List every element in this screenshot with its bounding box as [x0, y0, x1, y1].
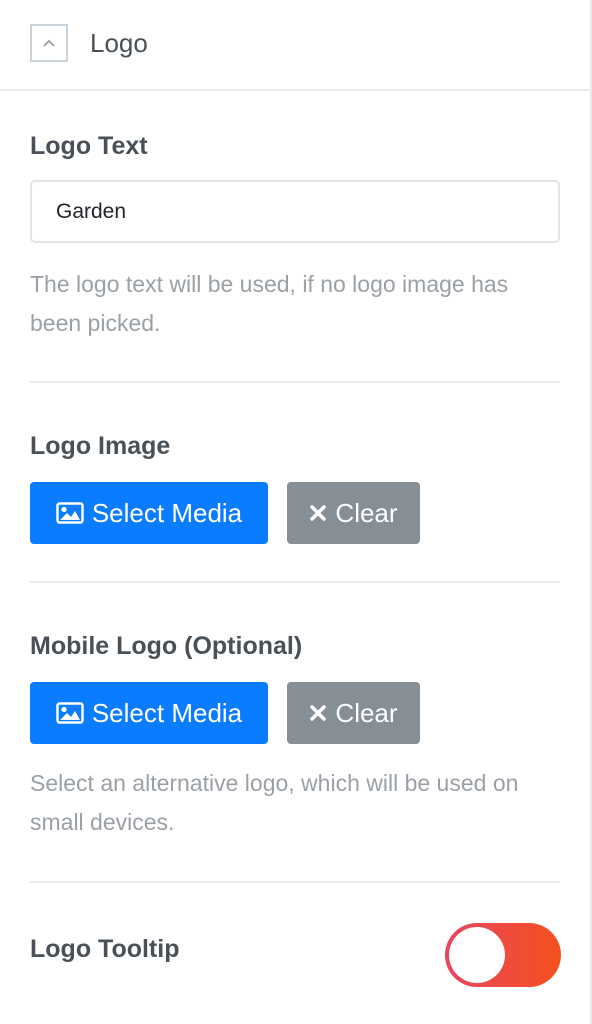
divider: [30, 881, 560, 883]
times-icon: [309, 704, 327, 722]
select-media-label: Select Media: [91, 497, 243, 528]
logo-text-label: Logo Text: [30, 132, 148, 160]
toggle-knob: [449, 927, 505, 983]
divider: [30, 581, 560, 583]
logo-text-input[interactable]: [30, 180, 560, 243]
clear-label: Clear: [335, 697, 398, 728]
panel-header: Logo: [0, 0, 590, 91]
mobile-logo-help: Select an alternative logo, which will b…: [30, 770, 519, 835]
clear-label: Clear: [335, 497, 398, 528]
logo-text-help: The logo text will be used, if no logo i…: [30, 271, 509, 336]
mobile-logo-select-media-button[interactable]: Select Media: [30, 682, 268, 744]
collapse-button[interactable]: [30, 24, 68, 62]
logo-image-select-media-button[interactable]: Select Media: [30, 482, 268, 544]
mobile-logo-clear-button[interactable]: Clear: [287, 682, 420, 744]
select-media-label: Select Media: [91, 697, 243, 728]
divider: [30, 381, 560, 383]
times-icon: [309, 504, 327, 522]
panel-title: Logo: [90, 28, 148, 58]
chevron-up-icon: [42, 38, 56, 48]
image-icon: [56, 502, 84, 524]
logo-tooltip-label: Logo Tooltip: [30, 935, 180, 963]
logo-image-clear-button[interactable]: Clear: [287, 482, 420, 544]
logo-image-label: Logo Image: [30, 432, 171, 460]
mobile-logo-label: Mobile Logo (Optional): [30, 632, 303, 660]
image-icon: [56, 702, 84, 724]
logo-tooltip-toggle[interactable]: [445, 923, 561, 987]
